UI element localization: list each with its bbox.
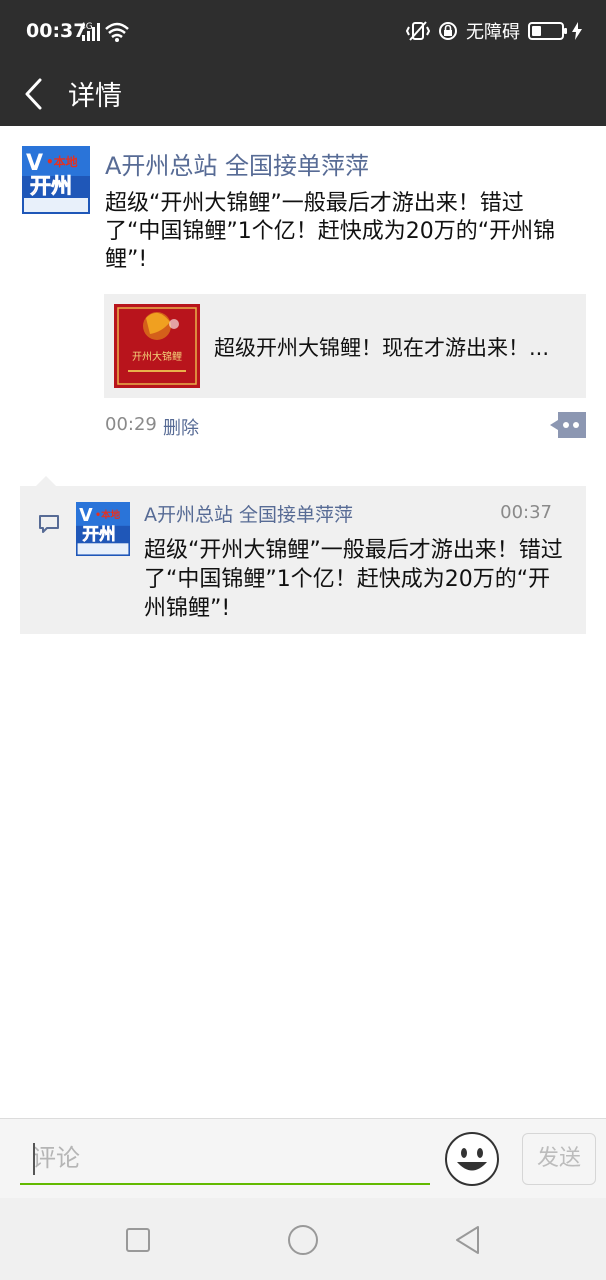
avatar-image: V •本地 开州 [76,502,130,556]
avatar-letter: V [26,151,43,176]
avatar-sub: •本地 [95,509,121,521]
status-bar: 00:37 4G 无障碍 [0,0,606,62]
post-avatar[interactable]: V •本地 开州 [22,146,90,214]
lock-icon [439,22,457,40]
signal-icon: 4G [80,22,129,42]
comment-area: V •本地 开州 A开州总站 全国接单萍萍 00:37 超级“开州大锦鲤”一般最… [20,476,586,634]
comment-avatar[interactable]: V •本地 开州 [76,502,130,556]
delete-button[interactable]: 删除 [163,414,199,440]
back-button[interactable] [16,70,60,118]
status-time: 00:37 [26,20,87,42]
vibrate-icon [406,21,430,41]
status-right: 无障碍 [398,18,582,44]
avatar-main: 开州 [82,524,115,543]
text-caret [33,1143,35,1175]
avatar-image: V •本地 开州 [22,146,90,214]
comment-author-name[interactable]: A开州总站 全国接单萍萍 [144,500,353,527]
accessibility-label: 无障碍 [466,22,520,43]
comment-input-bar: 发送 [0,1118,606,1198]
title-bar: 详情 [0,62,606,126]
recents-square-icon[interactable] [118,1220,158,1260]
link-title: 超级开州大锦鲤！现在才游出来！... [214,336,550,360]
battery-icon [528,22,567,40]
back-triangle-icon[interactable] [448,1220,488,1260]
more-dots-icon [550,412,586,438]
link-thumbnail: 开州大锦鲤 [114,304,200,388]
chevron-left-icon [25,78,42,110]
home-circle-icon[interactable] [283,1220,323,1260]
post-author-name[interactable]: A开州总站 全国接单萍萍 [105,146,369,181]
send-button[interactable]: 发送 [522,1133,596,1185]
shared-link-card[interactable]: 开州大锦鲤 超级开州大锦鲤！现在才游出来！... [104,294,586,398]
comment-action-button[interactable] [550,412,586,438]
avatar-letter: V [79,506,93,526]
avatar-main: 开州 [30,174,72,198]
post-content: 超级“开州大锦鲤”一般最后才游出来！错过了“中国锦鲤”1个亿！赶快成为20万的“… [105,191,556,272]
page-title: 详情 [68,81,122,112]
comment-text[interactable]: 超级“开州大锦鲤”一般最后才游出来！错过了“中国锦鲤”1个亿！赶快成为20万的“… [144,536,564,623]
thumb-caption: 开州大锦鲤 [132,350,182,363]
comment-time: 00:37 [500,502,552,523]
koi-image: 开州大锦鲤 [114,304,200,388]
system-nav-bar [0,1198,606,1280]
network-type: 4G [80,22,93,32]
post-time: 00:29 [105,414,157,435]
app-root: 00:37 4G 无障碍 详情 V •本地 开州 A开州总站 全国接单萍萍 超级… [0,0,606,1280]
emoji-button[interactable] [444,1131,500,1187]
avatar-sub: •本地 [46,154,78,169]
comment-input[interactable] [20,1133,430,1185]
charging-icon [572,22,582,40]
emoji-icon [445,1132,499,1186]
comment-icon [39,515,59,533]
